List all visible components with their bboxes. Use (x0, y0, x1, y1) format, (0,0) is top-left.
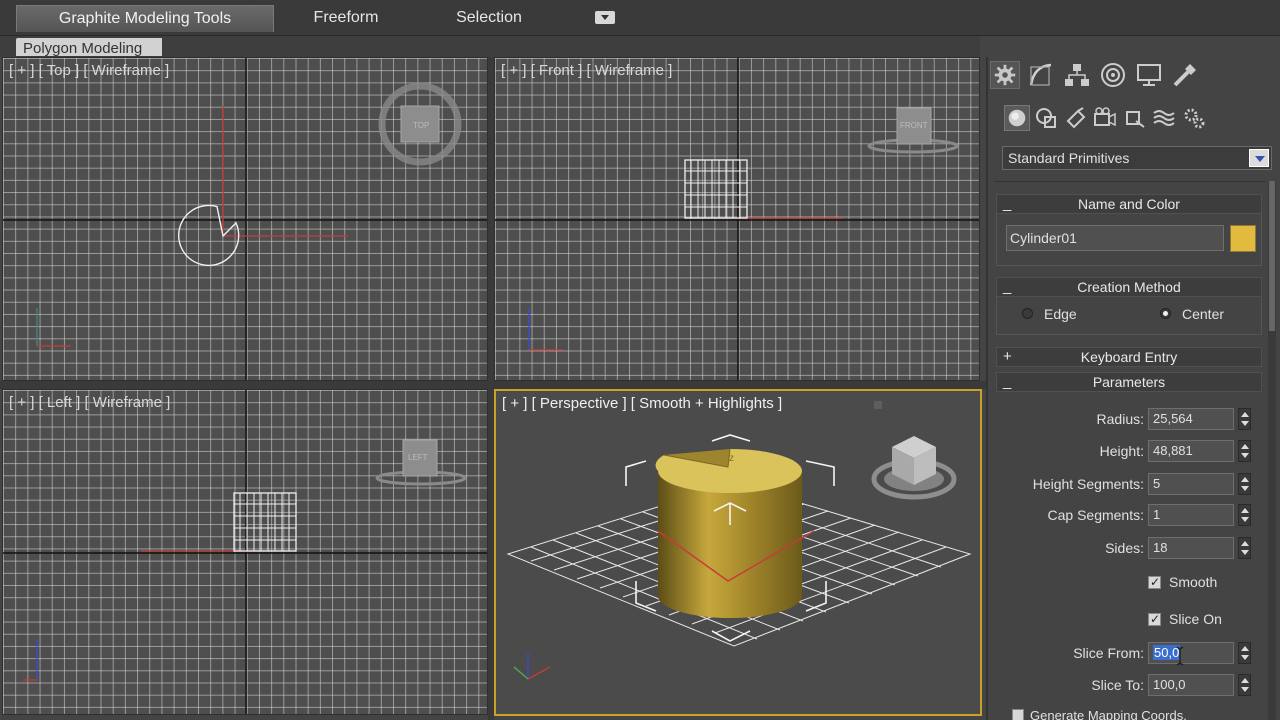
viewport-top[interactable]: TOP [ + ] [ Top ] [ Wireframe ] (2, 57, 488, 381)
object-type-value: Standard Primitives (1008, 150, 1130, 166)
object-name-field[interactable]: Cylinder01 (1006, 225, 1224, 251)
param-height-label: Height: (1099, 443, 1144, 459)
slice-to-input[interactable]: 100,0 (1148, 674, 1234, 696)
height-input[interactable]: 48,881 (1148, 440, 1234, 462)
navcube-left-label: LEFT (408, 453, 428, 462)
text-cursor-icon (1176, 646, 1184, 666)
param-radius-label: Radius: (1096, 411, 1144, 427)
navcube-top-label: TOP (413, 121, 429, 130)
create-tab-icon[interactable] (990, 61, 1020, 89)
collapse-icon: _ (1003, 278, 1012, 295)
tab-selection[interactable]: Selection (428, 5, 550, 32)
generate-mapping-label: Generate Mapping Coords. (1030, 708, 1187, 720)
param-sides-label: Sides: (1105, 540, 1144, 556)
smooth-check-icon (1148, 575, 1161, 589)
slice-from-spinner[interactable] (1238, 642, 1251, 664)
viewport-front[interactable]: FRONT [ + ] [ Front ] [ Wireframe ] (494, 57, 980, 381)
hierarchy-tab-icon[interactable] (1062, 61, 1092, 89)
param-cap-segments: Cap Segments: 1 (994, 504, 1262, 526)
param-height-segments: Height Segments: 5 (994, 473, 1262, 495)
panel-scrollbar[interactable] (1268, 181, 1276, 720)
cameras-category-icon[interactable] (1092, 105, 1118, 131)
dropdown-arrow-icon[interactable] (1249, 149, 1269, 167)
viewport-left[interactable]: LEFT [ + ] [ Left ] [ Wireframe ] (2, 389, 488, 715)
rollout-creation-method-header[interactable]: _ Creation Method (996, 277, 1262, 297)
param-slice-to-label: Slice To: (1091, 677, 1144, 693)
max-window: Graphite Modeling Tools Freeform Selecti… (0, 0, 1280, 720)
rollout-parameters-header[interactable]: _ Parameters (996, 372, 1262, 392)
radio-center-dot (1160, 308, 1171, 319)
collapse-icon: _ (1003, 195, 1012, 212)
radio-edge-dot (1022, 308, 1033, 319)
geometry-category-icon[interactable] (1004, 105, 1030, 131)
param-slice-from: Slice From: 50,0 (994, 642, 1262, 664)
rollout-keyboard-entry-header[interactable]: + Keyboard Entry (996, 347, 1262, 367)
rollout-title: Parameters (1092, 374, 1166, 390)
viewport-left-label[interactable]: [ + ] [ Left ] [ Wireframe ] (9, 394, 170, 411)
object-color-swatch[interactable] (1230, 225, 1256, 252)
rollout-title: Creation Method (1077, 279, 1181, 295)
smooth-label: Smooth (1169, 574, 1218, 590)
viewport-top-canvas: TOP (3, 58, 487, 380)
viewport-top-label[interactable]: [ + ] [ Top ] [ Wireframe ] (9, 62, 169, 79)
height-segments-spinner[interactable] (1238, 473, 1251, 495)
height-segments-input[interactable]: 5 (1148, 473, 1234, 495)
param-sides: Sides: 18 (994, 537, 1262, 559)
generate-mapping-check-icon (1012, 709, 1024, 720)
slice-on-check-icon (1148, 612, 1161, 626)
motion-tab-icon[interactable] (1098, 61, 1128, 89)
slice-on-label: Slice On (1169, 611, 1222, 627)
subtab-polygon-modeling[interactable]: Polygon Modeling (16, 38, 162, 56)
param-cap-segments-label: Cap Segments: (1047, 507, 1145, 523)
param-height-segments-label: Height Segments: (1032, 476, 1144, 492)
viewport-perspective-label[interactable]: [ + ] [ Perspective ] [ Smooth + Highlig… (502, 395, 782, 412)
rollout-name-and-color-header[interactable]: _ Name and Color (996, 194, 1262, 214)
height-spinner[interactable] (1238, 440, 1251, 462)
viewport-perspective-canvas: z (506, 401, 972, 680)
slice-to-spinner[interactable] (1238, 674, 1251, 696)
param-radius: Radius: 25,564 (994, 408, 1262, 430)
viewport-perspective[interactable]: z [ + ] [ Perspective ] [ Smooth + Highl… (494, 389, 982, 716)
viewport-front-label[interactable]: [ + ] [ Front ] [ Wireframe ] (501, 62, 672, 79)
viewport-front-canvas: FRONT (495, 58, 979, 380)
panel-scrollbar-thumb[interactable] (1269, 181, 1275, 331)
utilities-tab-icon[interactable] (1170, 61, 1200, 89)
radio-center-label: Center (1182, 306, 1225, 322)
expand-icon: + (1003, 348, 1012, 365)
modify-tab-icon[interactable] (1026, 61, 1056, 89)
helpers-category-icon[interactable] (1122, 105, 1148, 131)
tab-freeform[interactable]: Freeform (290, 5, 402, 32)
lights-category-icon[interactable] (1063, 105, 1089, 131)
rollout-title: Keyboard Entry (1080, 349, 1178, 365)
radius-input[interactable]: 25,564 (1148, 408, 1234, 430)
slice-on-checkbox[interactable]: Slice On (1148, 611, 1266, 629)
tab-graphite-modeling-tools[interactable]: Graphite Modeling Tools (16, 5, 274, 32)
ribbon-dropdown-icon[interactable] (595, 11, 615, 24)
slice-from-input[interactable]: 50,0 (1148, 642, 1234, 664)
generate-mapping-checkbox[interactable]: Generate Mapping Coords. (1012, 708, 1187, 720)
cap-segments-spinner[interactable] (1238, 504, 1251, 526)
spacewarps-category-icon[interactable] (1151, 105, 1177, 131)
object-type-dropdown[interactable]: Standard Primitives (1002, 146, 1272, 170)
param-slice-to: Slice To: 100,0 (994, 674, 1262, 696)
radius-spinner[interactable] (1238, 408, 1251, 430)
param-slice-from-label: Slice From: (1073, 645, 1144, 661)
axis-z-label: z (729, 453, 734, 464)
command-panel: Standard Primitives _ Name and Color Cyl… (986, 57, 1280, 720)
systems-category-icon[interactable] (1181, 105, 1207, 131)
cap-segments-input[interactable]: 1 (1148, 504, 1234, 526)
rollout-container: _ Name and Color Cylinder01 _ Creation M… (994, 181, 1266, 720)
sides-input[interactable]: 18 (1148, 537, 1234, 559)
shapes-category-icon[interactable] (1034, 105, 1060, 131)
radio-edge-label: Edge (1044, 306, 1077, 322)
collapse-icon: _ (1003, 373, 1012, 390)
rollout-title: Name and Color (1078, 196, 1180, 212)
display-tab-icon[interactable] (1134, 61, 1164, 89)
navcube-front-label: FRONT (900, 121, 928, 130)
sides-spinner[interactable] (1238, 537, 1251, 559)
param-height: Height: 48,881 (994, 440, 1262, 462)
viewport-left-canvas: LEFT (3, 390, 487, 714)
smooth-checkbox[interactable]: Smooth (1148, 574, 1266, 592)
ribbon: Graphite Modeling Tools Freeform Selecti… (0, 0, 1280, 36)
